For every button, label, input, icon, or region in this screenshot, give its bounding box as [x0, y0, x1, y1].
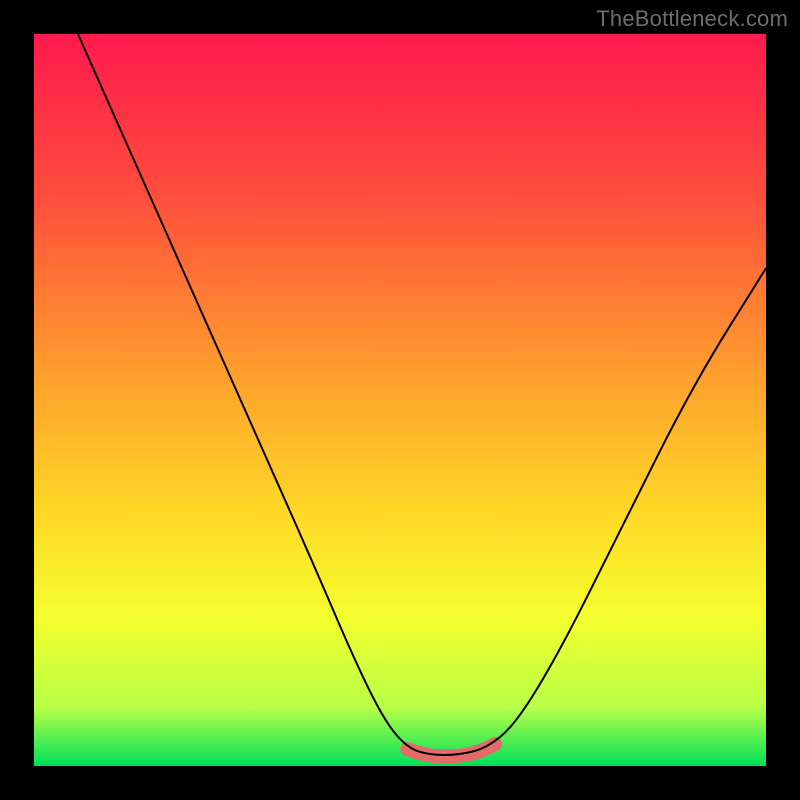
watermark-text: TheBottleneck.com — [596, 6, 788, 32]
plot-background — [34, 34, 766, 766]
chart-frame: TheBottleneck.com — [0, 0, 800, 800]
bottleneck-chart — [0, 0, 800, 800]
